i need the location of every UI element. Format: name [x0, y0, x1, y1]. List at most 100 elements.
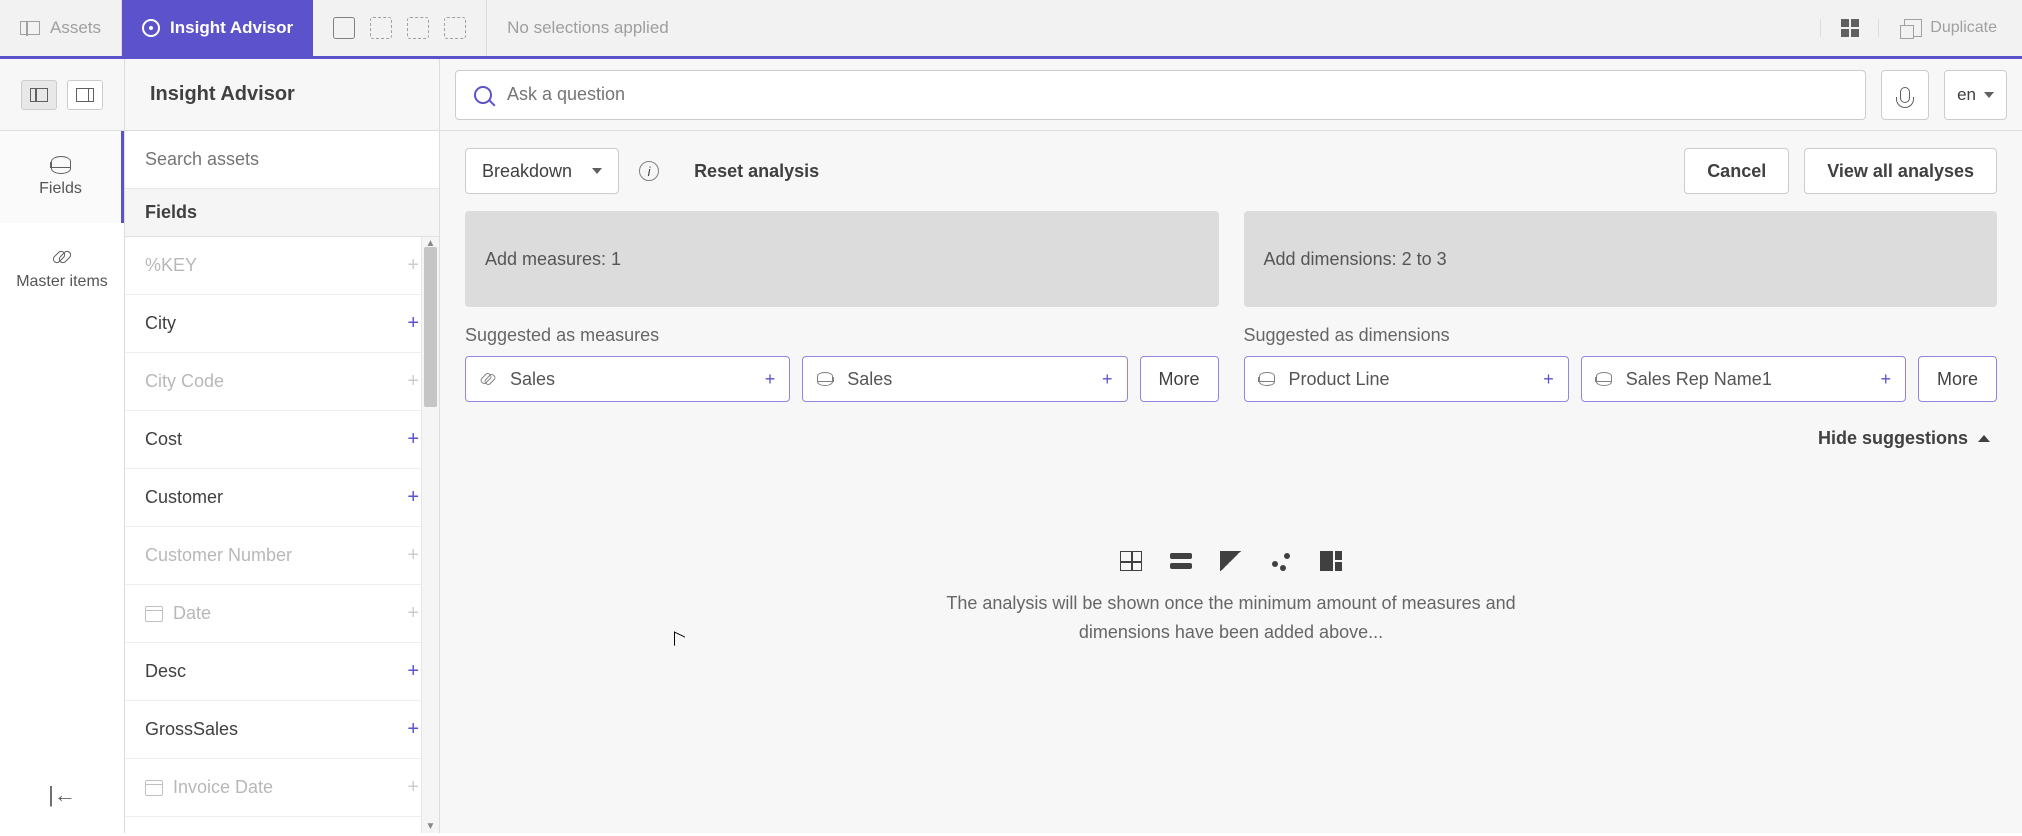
chevron-up-icon — [1978, 435, 1990, 442]
scrollbar[interactable]: ▲ ▼ — [421, 237, 439, 833]
drop-zones-row: Add measures: 1 Add dimensions: 2 to 3 — [440, 211, 2022, 307]
add-field-icon[interactable]: + — [407, 312, 419, 335]
reset-analysis-button[interactable]: Reset analysis — [694, 161, 819, 182]
calendar-icon — [145, 606, 163, 622]
step-forward-icon[interactable] — [407, 17, 429, 39]
suggestion-chip-sales[interactable]: Sales + — [802, 356, 1127, 402]
add-chip-icon[interactable]: + — [1543, 369, 1554, 390]
info-icon[interactable]: i — [639, 161, 659, 181]
question-input[interactable] — [507, 84, 1847, 105]
selection-tool-icon[interactable] — [333, 17, 355, 39]
field-name: Customer — [145, 487, 407, 508]
field-list[interactable]: %KEY+City+City Code+Cost+Customer+Custom… — [125, 237, 439, 833]
layout-right-icon — [76, 88, 94, 102]
suggestion-chip-sales-rep-name1[interactable]: Sales Rep Name1 + — [1581, 356, 1906, 402]
left-panel-toggle[interactable] — [21, 80, 57, 110]
add-chip-icon[interactable]: + — [1880, 369, 1891, 390]
field-row-city[interactable]: City+ — [125, 295, 439, 353]
database-icon — [51, 156, 71, 174]
add-field-icon[interactable]: + — [407, 660, 419, 683]
table-viz-icon — [1120, 551, 1142, 571]
left-rail: Fields Master items |← — [0, 131, 125, 833]
add-field-icon[interactable]: + — [407, 428, 419, 451]
rail-master-items[interactable]: Master items — [0, 223, 124, 315]
right-panel-toggle[interactable] — [67, 80, 103, 110]
cancel-button[interactable]: Cancel — [1684, 148, 1789, 194]
rail-fields[interactable]: Fields — [0, 131, 124, 223]
analysis-type-dropdown[interactable]: Breakdown — [465, 148, 619, 194]
grid-icon — [1841, 19, 1859, 37]
suggestion-chip-sales[interactable]: Sales + — [465, 356, 790, 402]
collapse-rail-button[interactable]: |← — [48, 782, 76, 808]
field-name: Date — [173, 603, 407, 624]
duplicate-button: Duplicate — [1878, 19, 2022, 37]
chip-label: Sales — [847, 369, 892, 390]
layout-left-icon — [30, 88, 48, 102]
clear-selections-icon[interactable] — [444, 17, 466, 39]
field-row--key[interactable]: %KEY+ — [125, 237, 439, 295]
add-field-icon[interactable]: + — [407, 254, 419, 277]
chevron-down-icon — [592, 168, 602, 174]
question-search-box[interactable] — [455, 70, 1866, 120]
database-icon — [817, 372, 833, 386]
field-name: GrossSales — [145, 719, 407, 740]
selections-text: No selections applied — [487, 0, 1820, 56]
suggestion-chip-product-line[interactable]: Product Line+ — [1244, 356, 1569, 402]
field-name: %KEY — [145, 255, 407, 276]
add-field-icon[interactable]: + — [407, 776, 419, 799]
assets-tab-label: Assets — [50, 18, 101, 38]
voice-button[interactable] — [1881, 70, 1929, 120]
field-row-grosssales[interactable]: GrossSales+ — [125, 701, 439, 759]
hide-suggestions-button[interactable]: Hide suggestions — [1818, 428, 1990, 449]
field-row-customer[interactable]: Customer+ — [125, 469, 439, 527]
database-icon — [1259, 372, 1275, 386]
suggested-dimensions-label: Suggested as dimensions — [1244, 325, 1998, 346]
search-assets-row — [125, 131, 439, 189]
field-row-date[interactable]: Date+ — [125, 585, 439, 643]
field-name: Desc — [145, 661, 407, 682]
chip-label: Sales — [510, 369, 555, 390]
add-field-icon[interactable]: + — [407, 718, 419, 741]
add-field-icon[interactable]: + — [407, 544, 419, 567]
more-suggestions-button[interactable]: More — [1140, 356, 1219, 402]
insight-advisor-tab[interactable]: Insight Advisor — [122, 0, 313, 56]
viz-type-icons — [1120, 551, 1342, 571]
search-icon — [474, 86, 492, 104]
top-toolbar: Assets Insight Advisor No selections app… — [0, 0, 2022, 59]
duplicate-icon — [1904, 19, 1922, 37]
scroll-thumb[interactable] — [424, 247, 437, 407]
measures-dropzone[interactable]: Add measures: 1 — [465, 211, 1219, 307]
analysis-placeholder: The analysis will be shown once the mini… — [440, 551, 2022, 647]
panel-icon — [20, 21, 40, 35]
step-back-icon[interactable] — [370, 17, 392, 39]
bulb-icon — [142, 19, 160, 37]
field-name: Invoice Date — [173, 777, 407, 798]
view-all-analyses-button[interactable]: View all analyses — [1804, 148, 1997, 194]
field-row-city-code[interactable]: City Code+ — [125, 353, 439, 411]
field-row-cost[interactable]: Cost+ — [125, 411, 439, 469]
field-row-desc[interactable]: Desc+ — [125, 643, 439, 701]
more-suggestions-button[interactable]: More — [1918, 356, 1997, 402]
field-row-customer-number[interactable]: Customer Number+ — [125, 527, 439, 585]
sheets-grid-button[interactable] — [1820, 19, 1878, 37]
database-icon — [1596, 372, 1612, 386]
hide-suggestions-label: Hide suggestions — [1818, 428, 1968, 449]
chevron-down-icon — [1984, 92, 1994, 98]
language-dropdown[interactable]: en — [1944, 70, 2007, 120]
add-field-icon[interactable]: + — [407, 602, 419, 625]
chip-label: Sales Rep Name1 — [1626, 369, 1772, 390]
scroll-down-icon[interactable]: ▼ — [422, 821, 439, 832]
add-chip-icon[interactable]: + — [1102, 369, 1113, 390]
field-row-invoice-date[interactable]: Invoice Date+ — [125, 759, 439, 817]
search-assets-input[interactable] — [145, 149, 419, 170]
suggestion-chips-row: Sales + Sales + More Product Line+ Sales Rep … — [440, 356, 2022, 402]
language-label: en — [1957, 85, 1976, 105]
main-area: Breakdown i Reset analysis Cancel View a… — [440, 131, 2022, 833]
add-chip-icon[interactable]: + — [765, 369, 776, 390]
add-field-icon[interactable]: + — [407, 486, 419, 509]
sub-toolbar: Insight Advisor en — [0, 59, 2022, 131]
dimensions-dropzone[interactable]: Add dimensions: 2 to 3 — [1244, 211, 1998, 307]
add-field-icon[interactable]: + — [407, 370, 419, 393]
rail-fields-label: Fields — [39, 180, 82, 198]
field-name: City — [145, 313, 407, 334]
